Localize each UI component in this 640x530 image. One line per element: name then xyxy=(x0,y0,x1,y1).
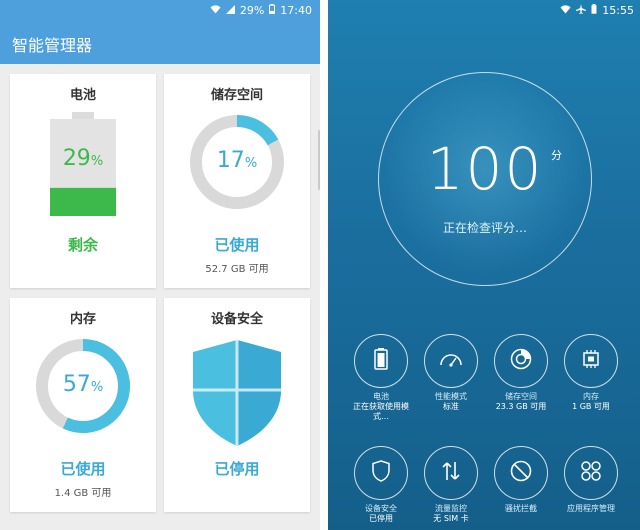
memory-available: 1.4 GB 可用 xyxy=(54,488,112,499)
edge-handle[interactable] xyxy=(318,130,320,190)
memory-card[interactable]: 内存 57% 已使用 1.4 GB 可用 xyxy=(10,298,156,512)
wifi-icon xyxy=(560,4,571,17)
device-security-tile[interactable]: 设备安全 已停用 xyxy=(346,446,416,524)
storage-icon xyxy=(510,348,532,374)
memory-status: 已使用 xyxy=(60,460,106,478)
memory-tile[interactable]: 内存 1 GB 可用 xyxy=(556,334,626,412)
device-security-card[interactable]: 设备安全 已停用 xyxy=(164,298,310,512)
memory-ring: 57% xyxy=(33,336,133,436)
security-card-title: 设备安全 xyxy=(210,312,263,327)
battery-icon xyxy=(374,348,388,374)
shield-icon xyxy=(372,460,390,486)
app-grid-icon xyxy=(580,460,602,486)
airplane-icon xyxy=(576,4,587,17)
tile-value: 无 SIM 卡 xyxy=(433,514,469,523)
score-value: 100 xyxy=(426,135,544,203)
clock: 17:40 xyxy=(280,4,312,17)
battery-tile[interactable]: 电池 正在获取使用模式… xyxy=(346,334,416,422)
tile-label: 设备安全 xyxy=(365,504,397,513)
app-manager-tile[interactable]: 应用程序管理 xyxy=(556,446,626,514)
tile-label: 性能模式 xyxy=(435,392,467,401)
score-circle: 100 分 正在检查评分… xyxy=(378,72,592,286)
call-block-tile[interactable]: 骚扰拦截 xyxy=(486,446,556,514)
battery-status-icon xyxy=(269,4,276,17)
storage-percent: 17% xyxy=(216,148,258,173)
storage-card-title: 储存空间 xyxy=(210,88,263,103)
shield-icon xyxy=(191,338,283,452)
app-title: 智能管理器 xyxy=(12,36,93,55)
memory-percent: 57% xyxy=(62,372,104,397)
wifi-icon xyxy=(210,4,221,17)
app-bar: 智能管理器 xyxy=(0,22,320,64)
battery-card-title: 电池 xyxy=(69,88,96,103)
score-check-screen: 15:55 100 分 正在检查评分… 电池 正在获取使用模式… 性能模式 标准… xyxy=(328,0,640,530)
security-status: 已停用 xyxy=(214,460,260,478)
data-monitor-tile[interactable]: 流量监控 无 SIM 卡 xyxy=(416,446,486,524)
clock: 15:55 xyxy=(602,4,634,17)
block-icon xyxy=(510,460,532,486)
signal-icon xyxy=(225,4,235,17)
storage-ring: 17% xyxy=(187,112,287,212)
checking-status: 正在检查评分… xyxy=(442,221,527,235)
score-unit: 分 xyxy=(551,149,562,162)
tile-value: 已停用 xyxy=(369,514,393,523)
tile-label: 储存空间 xyxy=(505,392,537,401)
storage-available: 52.7 GB 可用 xyxy=(205,264,269,275)
tile-label: 骚扰拦截 xyxy=(505,504,537,513)
storage-tile[interactable]: 储存空间 23.3 GB 可用 xyxy=(486,334,556,412)
tile-value: 正在获取使用模式… xyxy=(353,402,409,421)
memory-card-title: 内存 xyxy=(69,312,96,327)
gauge-icon xyxy=(439,351,463,371)
storage-status: 已使用 xyxy=(214,236,260,254)
tile-label: 流量监控 xyxy=(435,504,467,513)
battery-percent: 29% xyxy=(62,146,104,171)
tile-value: 标准 xyxy=(443,402,459,411)
battery-gauge: 29% xyxy=(50,112,116,220)
tile-label: 电池 xyxy=(373,392,389,401)
data-transfer-icon xyxy=(440,460,462,486)
tile-label: 内存 xyxy=(583,392,599,401)
battery-card[interactable]: 电池 29% 剩余 xyxy=(10,74,156,288)
tile-label: 应用程序管理 xyxy=(567,504,615,513)
battery-status-icon xyxy=(591,4,597,17)
tile-value: 1 GB 可用 xyxy=(572,402,610,411)
memory-chip-icon xyxy=(580,349,602,373)
battery-status: 剩余 xyxy=(67,236,98,254)
performance-mode-tile[interactable]: 性能模式 标准 xyxy=(416,334,486,412)
status-bar: 29% 17:40 xyxy=(0,0,320,22)
storage-card[interactable]: 储存空间 17% 已使用 52.7 GB 可用 xyxy=(164,74,310,288)
battery-level-text: 29% xyxy=(239,4,265,17)
tile-value: 23.3 GB 可用 xyxy=(495,402,547,411)
status-bar: 15:55 xyxy=(328,0,640,22)
smart-manager-screen: 29% 17:40 智能管理器 电池 29% 剩余 储存空间 17% 已使用 5… xyxy=(0,0,320,530)
